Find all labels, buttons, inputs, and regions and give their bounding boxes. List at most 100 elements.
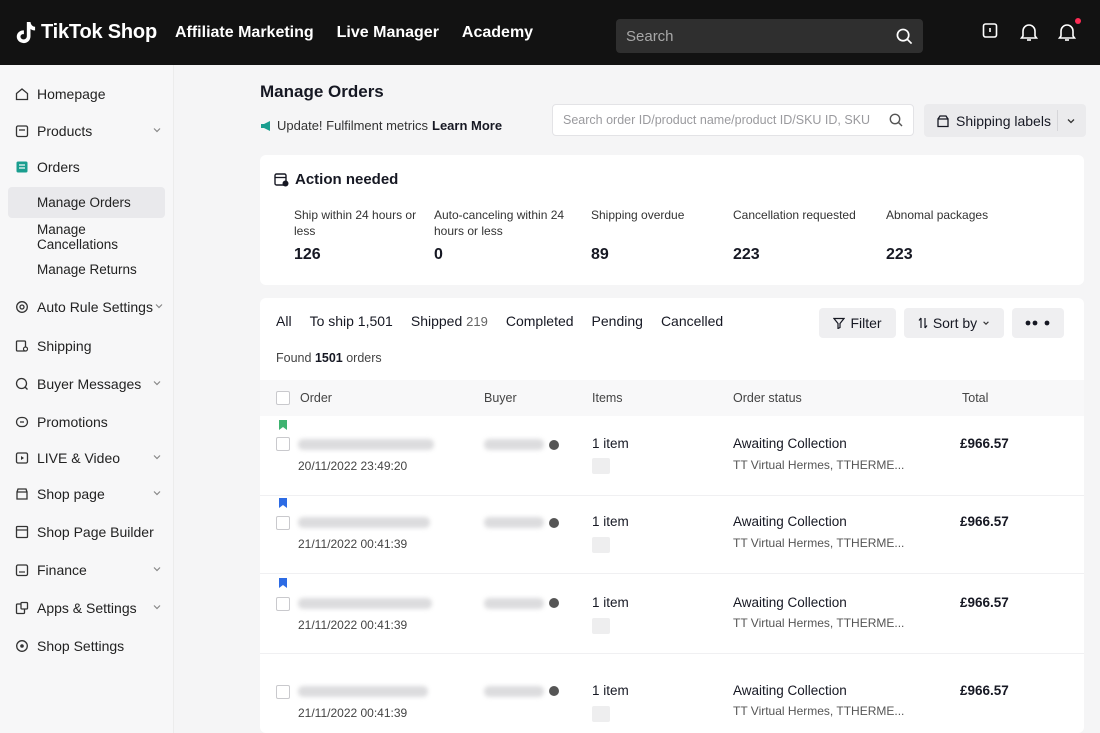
more-options-button[interactable] [1012, 308, 1064, 338]
metric-abnormal-packages[interactable]: Abnomal packages 223 [886, 207, 1026, 263]
buyer-name-blurred[interactable] [484, 517, 544, 528]
shipping-labels-button[interactable]: Shipping labels [924, 104, 1086, 137]
sort-by-button[interactable]: Sort by [904, 308, 1004, 338]
metric-value: 89 [591, 246, 609, 263]
metric-ship-within-24h[interactable]: Ship within 24 hours or less 126 [294, 207, 422, 263]
tiktok-shop-logo[interactable]: TikTok Shop [14, 21, 157, 45]
table-row[interactable]: 21/11/2022 00:41:39 1 item Awaiting Coll… [260, 574, 1084, 654]
product-thumbnail[interactable] [592, 706, 610, 722]
row-checkbox[interactable] [276, 516, 290, 530]
filter-label: Filter [850, 315, 882, 331]
sidebar-item-shipping[interactable]: Shipping [0, 332, 174, 360]
order-search-input[interactable]: Search order ID/product name/product ID/… [552, 104, 914, 136]
order-id-blurred[interactable] [298, 517, 430, 528]
sidebar-item-buyer-messages[interactable]: Buyer Messages [0, 370, 174, 398]
top-bar: TikTok Shop Affiliate Marketing Live Man… [0, 0, 1100, 65]
shop-icon [14, 487, 29, 502]
finance-icon [14, 563, 29, 578]
sidebar-item-products[interactable]: Products [0, 117, 174, 145]
nav-affiliate-marketing[interactable]: Affiliate Marketing [175, 24, 314, 42]
buyer-name-blurred[interactable] [484, 686, 544, 697]
product-thumbnail[interactable] [592, 537, 610, 553]
order-status: Awaiting Collection [733, 595, 847, 610]
buyer-name-blurred[interactable] [484, 598, 544, 609]
found-count: Found 1501 orders [276, 351, 382, 365]
product-thumbnail[interactable] [592, 618, 610, 634]
sidebar-item-label: Shop page [37, 486, 105, 502]
sidebar-item-live-video[interactable]: LIVE & Video [0, 444, 174, 472]
message-icon[interactable] [549, 598, 559, 608]
sidebar-item-apps-settings[interactable]: Apps & Settings [0, 594, 174, 622]
bookmark-icon[interactable] [279, 578, 287, 588]
sidebar-item-label: Buyer Messages [37, 376, 142, 392]
learn-more-link[interactable]: Learn More [432, 118, 502, 133]
message-icon[interactable] [549, 686, 559, 696]
column-order: Order [300, 391, 332, 405]
order-id-blurred[interactable] [298, 439, 434, 450]
order-total: £966.57 [960, 436, 1009, 451]
top-nav: Affiliate Marketing Live Manager Academy [175, 24, 556, 42]
chat-icon [14, 377, 29, 392]
more-dots-icon [1025, 320, 1050, 326]
tab-pending[interactable]: Pending [592, 313, 643, 329]
search-icon[interactable] [896, 28, 913, 45]
sidebar-item-promotions[interactable]: Promotions [0, 408, 174, 436]
global-search-input[interactable]: Search [616, 19, 923, 53]
table-header: Order Buyer Items Order status Total [260, 380, 1084, 416]
sidebar-subitem-manage-cancellations[interactable]: Manage Cancellations [8, 221, 165, 252]
sidebar-item-shop-settings[interactable]: Shop Settings [0, 632, 174, 660]
product-thumbnail[interactable] [592, 458, 610, 474]
action-needed-label: Action needed [295, 171, 399, 188]
order-search-placeholder: Search order ID/product name/product ID/… [563, 113, 871, 127]
sidebar-subitem-manage-orders[interactable]: Manage Orders [8, 187, 165, 218]
sidebar-item-finance[interactable]: Finance [0, 556, 174, 584]
table-row[interactable]: 21/11/2022 00:41:39 1 item Awaiting Coll… [260, 494, 1084, 574]
sidebar-item-label: Promotions [37, 414, 108, 430]
promo-icon [14, 415, 29, 430]
megaphone-icon [261, 120, 270, 131]
metric-cancellation-requested[interactable]: Cancellation requested 223 [733, 207, 873, 263]
row-checkbox[interactable] [276, 685, 290, 699]
bell-icon[interactable] [1019, 22, 1039, 42]
order-date: 21/11/2022 00:41:39 [298, 706, 408, 720]
top-icons [982, 18, 1081, 42]
table-row[interactable]: 21/11/2022 00:41:39 1 item Awaiting Coll… [260, 662, 1084, 733]
select-all-checkbox[interactable] [276, 391, 290, 405]
chevron-down-icon [153, 455, 161, 460]
filter-button[interactable]: Filter [819, 308, 896, 338]
chat-box-icon[interactable] [982, 22, 1000, 42]
item-count: 1 item [592, 436, 629, 451]
table-row[interactable]: 20/11/2022 23:49:20 1 item Awaiting Coll… [260, 416, 1084, 496]
sidebar-item-homepage[interactable]: Homepage [0, 80, 174, 108]
message-icon[interactable] [549, 518, 559, 528]
search-icon[interactable] [889, 113, 903, 127]
nav-academy[interactable]: Academy [462, 24, 533, 42]
chevron-down-icon[interactable] [1066, 116, 1076, 126]
carrier-name: TT Virtual Hermes, TTHERME... [733, 458, 905, 472]
metric-shipping-overdue[interactable]: Shipping overdue 89 [591, 207, 711, 263]
tab-all[interactable]: All [276, 313, 292, 329]
notification-bell-icon[interactable] [1057, 18, 1081, 42]
order-id-blurred[interactable] [298, 686, 428, 697]
tab-shipped[interactable]: Shipped 219 [411, 313, 488, 329]
sidebar-item-auto-rule-settings[interactable]: Auto Rule Settings [0, 293, 174, 321]
sidebar-item-orders[interactable]: Orders [0, 153, 174, 181]
metric-label: Shipping overdue [591, 208, 685, 222]
buyer-name-blurred[interactable] [484, 439, 544, 450]
order-status: Awaiting Collection [733, 683, 847, 698]
row-checkbox[interactable] [276, 597, 290, 611]
nav-live-manager[interactable]: Live Manager [337, 24, 439, 42]
row-checkbox[interactable] [276, 437, 290, 451]
sidebar-item-label: Finance [37, 562, 87, 578]
sidebar-item-shop-page-builder[interactable]: Shop Page Builder [0, 518, 174, 546]
tab-completed[interactable]: Completed [506, 313, 574, 329]
tab-to-ship[interactable]: To ship 1,501 [310, 313, 393, 329]
sidebar-item-shop-page[interactable]: Shop page [0, 480, 174, 508]
tab-cancelled[interactable]: Cancelled [661, 313, 723, 329]
bookmark-icon[interactable] [279, 420, 287, 430]
metric-auto-canceling[interactable]: Auto-canceling within 24 hours or less 0 [434, 207, 574, 263]
bookmark-icon[interactable] [279, 498, 287, 508]
order-id-blurred[interactable] [298, 598, 432, 609]
sidebar-subitem-manage-returns[interactable]: Manage Returns [8, 254, 165, 285]
message-icon[interactable] [549, 440, 559, 450]
